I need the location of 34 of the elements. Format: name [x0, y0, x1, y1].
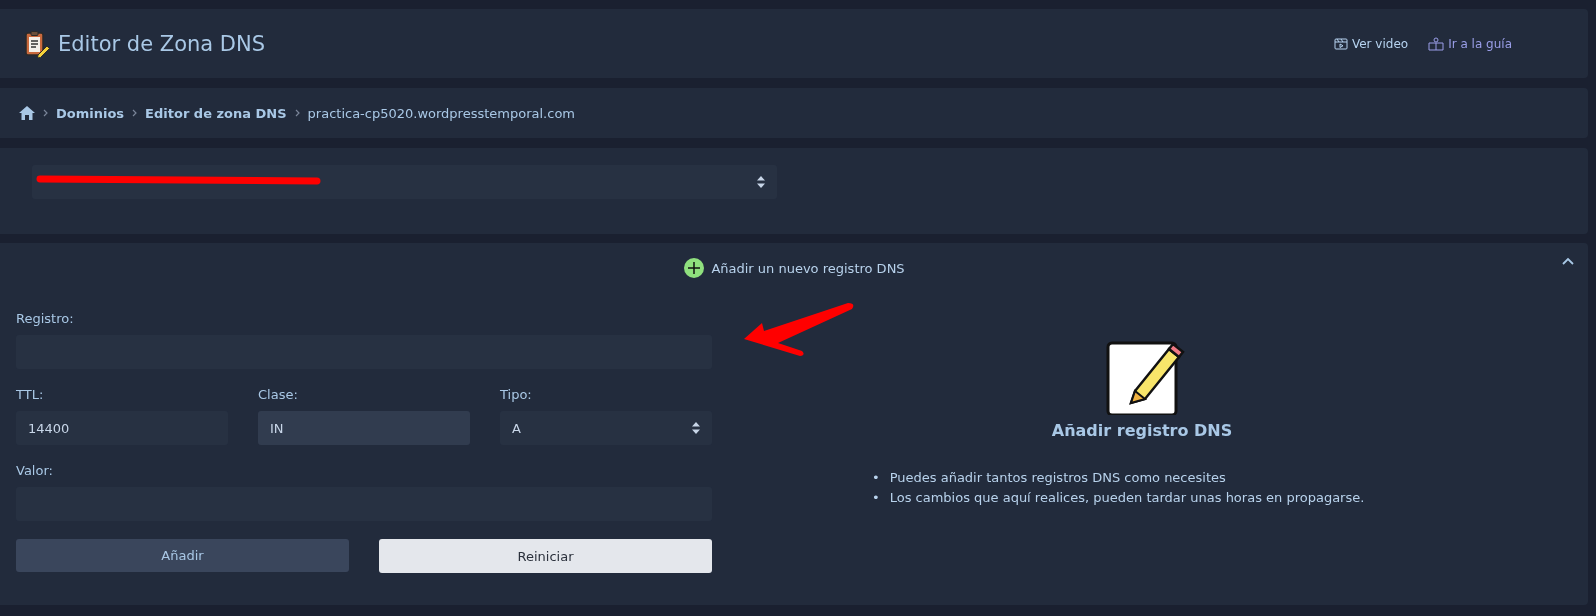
- chevron-icon: [43, 109, 48, 117]
- guide-link[interactable]: Ir a la guía: [1428, 36, 1512, 51]
- add-icon: [683, 257, 706, 279]
- bullet-marker: •: [872, 469, 880, 487]
- field-label: Clase:: [258, 387, 299, 402]
- domain-select[interactable]: [32, 165, 777, 199]
- sort-icon: [757, 176, 765, 188]
- info-bullet: Los cambios que aquí realices, pueden tardar unas horas en propagarse.: [889, 489, 1365, 507]
- collapse-icon[interactable]: [1562, 257, 1574, 265]
- field-label: Tipo:: [500, 387, 533, 402]
- book-icon: [1428, 36, 1445, 51]
- clipboard-icon: [24, 29, 50, 58]
- video-link[interactable]: Ver video: [1333, 36, 1409, 51]
- reset-button[interactable]: Reiniciar: [379, 539, 712, 573]
- input-field[interactable]: IN: [258, 411, 470, 445]
- home-icon[interactable]: [19, 106, 35, 120]
- breadcrumb-link[interactable]: Dominios: [56, 105, 125, 121]
- sort-icon: [692, 422, 700, 434]
- info-title: Añadir registro DNS: [1051, 421, 1233, 440]
- video-icon: [1333, 37, 1348, 50]
- type-select[interactable]: A: [500, 411, 712, 445]
- info-bullet: Puedes añadir tantos registros DNS como necesites: [889, 469, 1226, 487]
- panel-title: Añadir un nuevo registro DNS: [711, 260, 905, 276]
- chevron-icon: [132, 109, 138, 117]
- chevron-icon: [294, 109, 300, 117]
- bullet-marker: •: [872, 489, 880, 507]
- breadcrumb-link[interactable]: Editor de zona DNS: [145, 105, 287, 121]
- input-field[interactable]: 14400: [16, 411, 228, 445]
- field-label: Valor:: [16, 463, 54, 478]
- breadcrumb-current: practica-cp5020.wordpresstemporal.com: [307, 105, 575, 121]
- page-title: Editor de Zona DNS: [58, 31, 266, 56]
- add-button[interactable]: Añadir: [16, 539, 349, 572]
- field-label: Registro:: [16, 311, 75, 326]
- field-label: TTL:: [16, 387, 45, 402]
